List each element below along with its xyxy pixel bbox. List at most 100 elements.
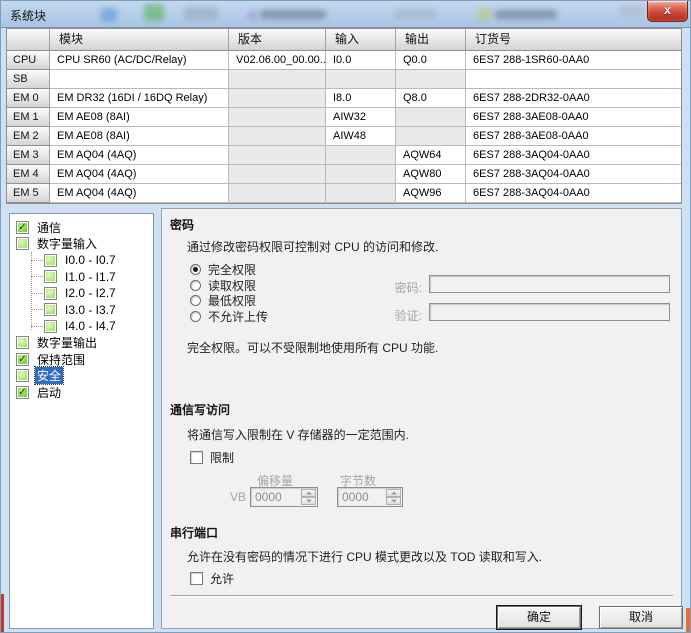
radio-icon: [190, 264, 201, 275]
column-header-input: 输入: [326, 29, 396, 51]
tree-item-label[interactable]: 数字量输出: [35, 334, 99, 351]
password-field-label: 密码:: [342, 279, 422, 296]
tree-branch-icon: [31, 293, 43, 294]
vb-prefix-label: VB: [230, 490, 246, 504]
radio-icon: [190, 311, 201, 322]
version-cell: [229, 146, 326, 165]
restrict-checkbox[interactable]: [190, 451, 203, 464]
tree-checkbox-icon[interactable]: [44, 320, 57, 333]
table-row[interactable]: SB: [7, 70, 681, 89]
tree-item[interactable]: 安全: [10, 368, 153, 385]
tree-item[interactable]: ✓ 通信: [10, 219, 153, 236]
row-header-cell: EM 5: [7, 184, 50, 203]
serial-port-description: 允许在没有密码的情况下进行 CPU 模式更改以及 TOD 读取和写入.: [187, 548, 542, 565]
tree-checkbox-icon[interactable]: ✓: [16, 353, 29, 366]
row-header-cell: EM 2: [7, 127, 50, 146]
allow-label: 允许: [210, 570, 234, 587]
radio-icon: [190, 295, 201, 306]
tree-checkbox-icon[interactable]: [44, 303, 57, 316]
tree-branch-icon: [31, 309, 43, 310]
version-cell: [229, 165, 326, 184]
security-settings-panel: 密码 通过修改密码权限可控制对 CPU 的访问和修改. 完全权限读取权限最低权限…: [161, 208, 682, 629]
tree-checkbox-icon[interactable]: [44, 287, 57, 300]
input-cell: I0.0: [326, 51, 396, 70]
table-row[interactable]: EM 3EM AQ04 (4AQ)AQW646ES7 288-3AQ04-0AA…: [7, 146, 681, 165]
module-cell: EM AQ04 (4AQ): [50, 165, 229, 184]
background-bleed: [686, 608, 690, 633]
tree-item-label[interactable]: 启动: [35, 384, 63, 401]
tree-item[interactable]: ✓ 启动: [10, 384, 153, 401]
table-row[interactable]: CPUCPU SR60 (AC/DC/Relay)V02.06.00_00.00…: [7, 51, 681, 70]
tree-item[interactable]: ✓ 保持范围: [10, 351, 153, 368]
tree-checkbox-icon[interactable]: [16, 336, 29, 349]
input-cell: [326, 70, 396, 89]
spin-down-icon: [386, 497, 401, 505]
radio-option[interactable]: 完全权限: [190, 262, 268, 278]
tree-item-label[interactable]: 保持范围: [35, 351, 87, 368]
module-cell: EM AQ04 (4AQ): [50, 184, 229, 203]
radio-option[interactable]: 最低权限: [190, 293, 268, 309]
blurred-background-icon: [495, 10, 557, 19]
tree-item-label[interactable]: I0.0 - I0.7: [63, 253, 118, 267]
blurred-background-icon: [619, 5, 643, 17]
restrict-checkbox-row[interactable]: 限制: [190, 449, 234, 466]
tree-item-label[interactable]: I3.0 - I3.7: [63, 303, 118, 317]
tree-checkbox-icon[interactable]: [44, 254, 57, 267]
table-row[interactable]: EM 2EM AE08 (8AI)AIW486ES7 288-3AE08-0AA…: [7, 127, 681, 146]
check-icon: ✓: [18, 387, 26, 398]
check-icon: ✓: [18, 354, 26, 365]
column-header-version: 版本: [229, 29, 326, 51]
blurred-background-icon: [101, 8, 117, 22]
version-cell: V02.06.00_00.00...: [229, 51, 326, 70]
tree-item-label[interactable]: I1.0 - I1.7: [63, 270, 118, 284]
module-table-body: CPUCPU SR60 (AC/DC/Relay)V02.06.00_00.00…: [7, 51, 681, 203]
allow-checkbox[interactable]: [190, 572, 203, 585]
output-cell: AQW80: [396, 165, 466, 184]
radio-option-label: 最低权限: [208, 292, 256, 309]
row-header-cell: EM 1: [7, 108, 50, 127]
settings-tree: ✓ 通信数字量输入I0.0 - I0.7 I1.0 - I1.7 I2.0 - I2.…: [10, 214, 153, 401]
output-cell: [396, 70, 466, 89]
module-cell: EM DR32 (16DI / 16DQ Relay): [50, 89, 229, 108]
tree-checkbox-icon[interactable]: [44, 270, 57, 283]
tree-item-label[interactable]: 数字量输入: [35, 235, 99, 252]
offset-spinner: 0000: [250, 487, 318, 507]
radio-option-label: 读取权限: [208, 277, 256, 294]
module-table: 模块 版本 输入 输出 订货号 CPUCPU SR60 (AC/DC/Relay…: [6, 28, 682, 204]
table-row[interactable]: EM 5EM AQ04 (4AQ)AQW966ES7 288-3AQ04-0AA…: [7, 184, 681, 203]
tree-checkbox-icon[interactable]: [16, 369, 29, 382]
ok-button[interactable]: 确定: [497, 606, 581, 629]
corner-header-cell: [7, 29, 50, 51]
tree-checkbox-icon[interactable]: [16, 237, 29, 250]
tree-item-label[interactable]: I2.0 - I2.7: [63, 286, 118, 300]
background-bleed: [1, 594, 4, 633]
tree-checkbox-icon[interactable]: ✓: [16, 221, 29, 234]
tree-item[interactable]: 数字量输入: [10, 236, 153, 253]
radio-option[interactable]: 读取权限: [190, 278, 268, 294]
radio-icon: [190, 280, 201, 291]
blurred-background-icon: [144, 4, 164, 21]
tree-branch-icon: [31, 260, 43, 261]
tree-item-label[interactable]: I4.0 - I4.7: [63, 319, 118, 333]
close-button[interactable]: x: [647, 1, 688, 22]
tree-checkbox-icon[interactable]: ✓: [16, 386, 29, 399]
table-row[interactable]: EM 4EM AQ04 (4AQ)AQW806ES7 288-3AQ04-0AA…: [7, 165, 681, 184]
order-cell: 6ES7 288-3AE08-0AA0: [466, 127, 681, 146]
output-cell: Q8.0: [396, 89, 466, 108]
radio-option[interactable]: 不允许上传: [190, 309, 268, 325]
tree-item-label[interactable]: 安全: [35, 367, 63, 384]
spin-down-icon: [301, 497, 316, 505]
radio-dot-icon: [193, 267, 198, 272]
bytes-spin-buttons: [386, 489, 401, 505]
table-header-row: 模块 版本 输入 输出 订货号: [7, 29, 681, 51]
blurred-background-icon: [478, 8, 491, 21]
table-row[interactable]: EM 1EM AE08 (8AI)AIW326ES7 288-3AE08-0AA…: [7, 108, 681, 127]
table-row[interactable]: EM 0EM DR32 (16DI / 16DQ Relay)I8.0Q8.06…: [7, 89, 681, 108]
column-header-module: 模块: [50, 29, 229, 51]
blurred-background-icon: [248, 11, 257, 20]
allow-checkbox-row[interactable]: 允许: [190, 570, 234, 587]
cancel-button[interactable]: 取消: [599, 606, 683, 629]
version-cell: [229, 184, 326, 203]
tree-item[interactable]: 数字量输出: [10, 335, 153, 352]
tree-item-label[interactable]: 通信: [35, 219, 63, 236]
